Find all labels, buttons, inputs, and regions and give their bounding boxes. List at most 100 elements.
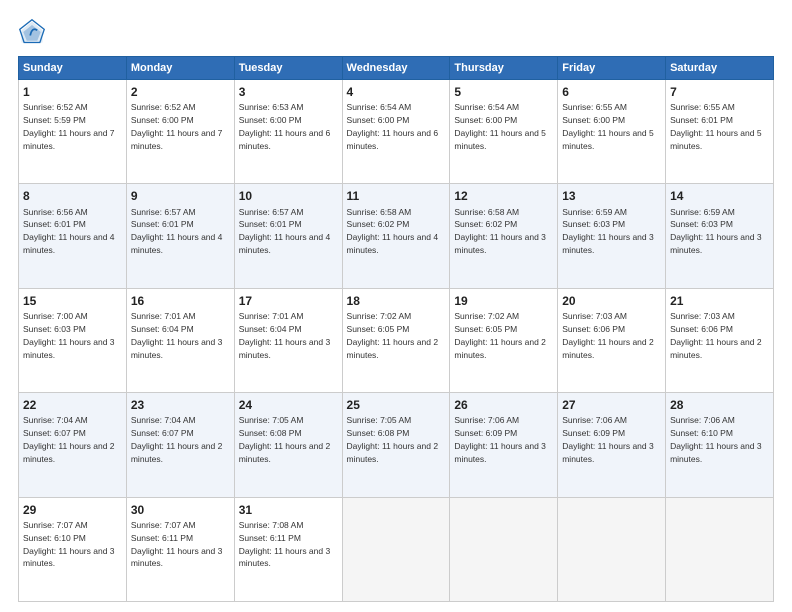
day-number: 28 <box>670 397 769 413</box>
cell-content: Sunrise: 7:00 AMSunset: 6:03 PMDaylight:… <box>23 311 115 360</box>
cell-content: Sunrise: 6:57 AMSunset: 6:01 PMDaylight:… <box>131 207 223 256</box>
cell-content: Sunrise: 6:57 AMSunset: 6:01 PMDaylight:… <box>239 207 331 256</box>
calendar-cell: 20 Sunrise: 7:03 AMSunset: 6:06 PMDayligh… <box>558 288 666 392</box>
day-number: 27 <box>562 397 661 413</box>
calendar-cell: 17 Sunrise: 7:01 AMSunset: 6:04 PMDayligh… <box>234 288 342 392</box>
day-number: 13 <box>562 188 661 204</box>
calendar-cell: 13Sunrise: 6:59 AMSunset: 6:03 PMDayligh… <box>558 184 666 288</box>
cell-content: Sunrise: 7:01 AMSunset: 6:04 PMDaylight:… <box>131 311 223 360</box>
day-number: 12 <box>454 188 553 204</box>
calendar-cell: 8Sunrise: 6:56 AMSunset: 6:01 PMDaylight… <box>19 184 127 288</box>
cell-content: Sunrise: 6:58 AMSunset: 6:02 PMDaylight:… <box>347 207 439 256</box>
cell-content: Sunrise: 7:05 AMSunset: 6:08 PMDaylight:… <box>347 415 439 464</box>
calendar-week-3: 15 Sunrise: 7:00 AMSunset: 6:03 PMDayligh… <box>19 288 774 392</box>
calendar-cell: 21Sunrise: 7:03 AMSunset: 6:06 PMDayligh… <box>666 288 774 392</box>
cell-content: Sunrise: 7:06 AMSunset: 6:09 PMDaylight:… <box>562 415 654 464</box>
cell-content: Sunrise: 6:56 AMSunset: 6:01 PMDaylight:… <box>23 207 115 256</box>
weekday-header-tuesday: Tuesday <box>234 57 342 80</box>
cell-content: Sunrise: 6:55 AMSunset: 6:01 PMDaylight:… <box>670 102 762 151</box>
day-number: 18 <box>347 293 446 309</box>
cell-content: Sunrise: 7:06 AMSunset: 6:10 PMDaylight:… <box>670 415 762 464</box>
day-number: 7 <box>670 84 769 100</box>
calendar-cell: 3 Sunrise: 6:53 AMSunset: 6:00 PMDaylight… <box>234 80 342 184</box>
cell-content: Sunrise: 7:07 AMSunset: 6:10 PMDaylight:… <box>23 520 115 569</box>
day-number: 20 <box>562 293 661 309</box>
calendar-cell <box>666 497 774 601</box>
calendar-cell: 12 Sunrise: 6:58 AMSunset: 6:02 PMDayligh… <box>450 184 558 288</box>
cell-content: Sunrise: 7:07 AMSunset: 6:11 PMDaylight:… <box>131 520 223 569</box>
calendar-week-1: 1 Sunrise: 6:52 AMSunset: 5:59 PMDaylight… <box>19 80 774 184</box>
day-number: 17 <box>239 293 338 309</box>
calendar-week-2: 8Sunrise: 6:56 AMSunset: 6:01 PMDaylight… <box>19 184 774 288</box>
calendar-cell <box>342 497 450 601</box>
day-number: 15 <box>23 293 122 309</box>
cell-content: Sunrise: 7:03 AMSunset: 6:06 PMDaylight:… <box>670 311 762 360</box>
calendar-cell: 5Sunrise: 6:54 AMSunset: 6:00 PMDaylight… <box>450 80 558 184</box>
calendar-cell: 9 Sunrise: 6:57 AMSunset: 6:01 PMDaylight… <box>126 184 234 288</box>
calendar-cell: 1 Sunrise: 6:52 AMSunset: 5:59 PMDaylight… <box>19 80 127 184</box>
calendar-cell: 7 Sunrise: 6:55 AMSunset: 6:01 PMDaylight… <box>666 80 774 184</box>
calendar-cell: 25Sunrise: 7:05 AMSunset: 6:08 PMDayligh… <box>342 393 450 497</box>
calendar-cell <box>450 497 558 601</box>
cell-content: Sunrise: 6:55 AMSunset: 6:00 PMDaylight:… <box>562 102 654 151</box>
cell-content: Sunrise: 7:03 AMSunset: 6:06 PMDaylight:… <box>562 311 654 360</box>
day-number: 16 <box>131 293 230 309</box>
calendar-cell <box>558 497 666 601</box>
calendar-cell: 18 Sunrise: 7:02 AMSunset: 6:05 PMDayligh… <box>342 288 450 392</box>
calendar-cell: 14 Sunrise: 6:59 AMSunset: 6:03 PMDayligh… <box>666 184 774 288</box>
calendar-cell: 26 Sunrise: 7:06 AMSunset: 6:09 PMDayligh… <box>450 393 558 497</box>
cell-content: Sunrise: 7:05 AMSunset: 6:08 PMDaylight:… <box>239 415 331 464</box>
day-number: 29 <box>23 502 122 518</box>
calendar-cell: 6 Sunrise: 6:55 AMSunset: 6:00 PMDaylight… <box>558 80 666 184</box>
page: SundayMondayTuesdayWednesdayThursdayFrid… <box>0 0 792 612</box>
day-number: 4 <box>347 84 446 100</box>
weekday-header-sunday: Sunday <box>19 57 127 80</box>
cell-content: Sunrise: 7:04 AMSunset: 6:07 PMDaylight:… <box>131 415 223 464</box>
logo <box>18 18 50 46</box>
day-number: 30 <box>131 502 230 518</box>
day-number: 6 <box>562 84 661 100</box>
calendar-header-row: SundayMondayTuesdayWednesdayThursdayFrid… <box>19 57 774 80</box>
cell-content: Sunrise: 6:52 AMSunset: 6:00 PMDaylight:… <box>131 102 223 151</box>
cell-content: Sunrise: 7:02 AMSunset: 6:05 PMDaylight:… <box>454 311 546 360</box>
day-number: 19 <box>454 293 553 309</box>
calendar-table: SundayMondayTuesdayWednesdayThursdayFrid… <box>18 56 774 602</box>
weekday-header-friday: Friday <box>558 57 666 80</box>
day-number: 22 <box>23 397 122 413</box>
day-number: 1 <box>23 84 122 100</box>
day-number: 2 <box>131 84 230 100</box>
day-number: 24 <box>239 397 338 413</box>
weekday-header-saturday: Saturday <box>666 57 774 80</box>
day-number: 26 <box>454 397 553 413</box>
day-number: 11 <box>347 188 446 204</box>
calendar-cell: 2 Sunrise: 6:52 AMSunset: 6:00 PMDaylight… <box>126 80 234 184</box>
calendar-cell: 31Sunrise: 7:08 AMSunset: 6:11 PMDayligh… <box>234 497 342 601</box>
cell-content: Sunrise: 7:06 AMSunset: 6:09 PMDaylight:… <box>454 415 546 464</box>
calendar-cell: 11 Sunrise: 6:58 AMSunset: 6:02 PMDayligh… <box>342 184 450 288</box>
weekday-header-monday: Monday <box>126 57 234 80</box>
cell-content: Sunrise: 6:59 AMSunset: 6:03 PMDaylight:… <box>670 207 762 256</box>
cell-content: Sunrise: 6:54 AMSunset: 6:00 PMDaylight:… <box>347 102 439 151</box>
calendar-cell: 30 Sunrise: 7:07 AMSunset: 6:11 PMDayligh… <box>126 497 234 601</box>
cell-content: Sunrise: 7:08 AMSunset: 6:11 PMDaylight:… <box>239 520 331 569</box>
cell-content: Sunrise: 6:53 AMSunset: 6:00 PMDaylight:… <box>239 102 331 151</box>
logo-icon <box>18 18 46 46</box>
calendar-cell: 27 Sunrise: 7:06 AMSunset: 6:09 PMDayligh… <box>558 393 666 497</box>
calendar-cell: 4 Sunrise: 6:54 AMSunset: 6:00 PMDaylight… <box>342 80 450 184</box>
calendar-cell: 24 Sunrise: 7:05 AMSunset: 6:08 PMDayligh… <box>234 393 342 497</box>
cell-content: Sunrise: 7:01 AMSunset: 6:04 PMDaylight:… <box>239 311 331 360</box>
cell-content: Sunrise: 6:54 AMSunset: 6:00 PMDaylight:… <box>454 102 546 151</box>
day-number: 3 <box>239 84 338 100</box>
header <box>18 18 774 46</box>
calendar-cell: 23 Sunrise: 7:04 AMSunset: 6:07 PMDayligh… <box>126 393 234 497</box>
cell-content: Sunrise: 7:02 AMSunset: 6:05 PMDaylight:… <box>347 311 439 360</box>
weekday-header-wednesday: Wednesday <box>342 57 450 80</box>
cell-content: Sunrise: 6:52 AMSunset: 5:59 PMDaylight:… <box>23 102 115 151</box>
day-number: 9 <box>131 188 230 204</box>
weekday-header-thursday: Thursday <box>450 57 558 80</box>
day-number: 23 <box>131 397 230 413</box>
calendar-cell: 29 Sunrise: 7:07 AMSunset: 6:10 PMDayligh… <box>19 497 127 601</box>
day-number: 14 <box>670 188 769 204</box>
cell-content: Sunrise: 7:04 AMSunset: 6:07 PMDaylight:… <box>23 415 115 464</box>
cell-content: Sunrise: 6:58 AMSunset: 6:02 PMDaylight:… <box>454 207 546 256</box>
